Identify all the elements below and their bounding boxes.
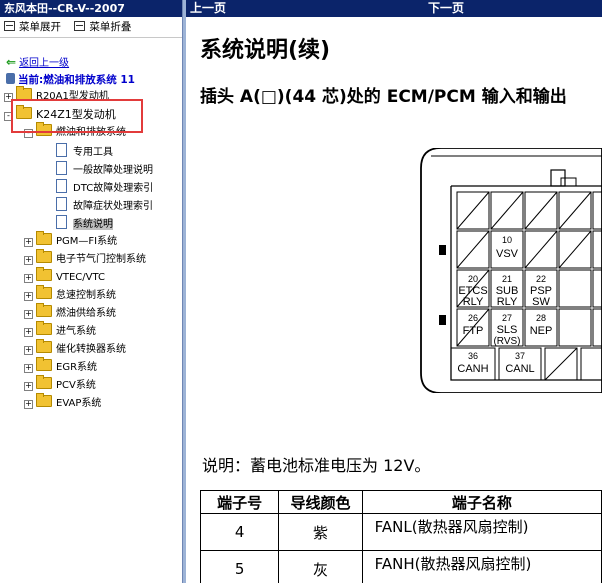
folder-icon	[36, 393, 52, 407]
prev-page-button[interactable]: 上一页	[190, 0, 226, 17]
app-title: 东风本田--CR-V--2007	[0, 0, 182, 17]
connector-tab	[439, 245, 446, 255]
folder-icon	[36, 339, 52, 353]
tree-node-pcv[interactable]: + PCV系统	[24, 375, 96, 393]
back-arrow-icon: ⇐	[6, 55, 17, 69]
connector-tab	[439, 315, 446, 325]
wire-color: 灰	[278, 550, 363, 583]
pin-number: 36	[468, 351, 478, 361]
pin-number: 27	[502, 313, 512, 323]
voltage-note: 说明：蓄电池标准电压为 12V。	[202, 456, 431, 475]
pin-number: 21	[502, 274, 512, 284]
table-header-row: 端子号 导线颜色 端子名称	[199, 490, 602, 514]
folder-icon	[36, 249, 52, 263]
expand-icon[interactable]: +	[24, 310, 33, 319]
menu-icon	[4, 21, 15, 31]
collapse-menu-button[interactable]: 菜单折叠	[74, 17, 131, 37]
expand-icon[interactable]: +	[24, 364, 33, 373]
document-icon	[56, 161, 67, 175]
tree-node-dtc-index[interactable]: DTC故障处理索引	[56, 179, 153, 195]
folder-icon	[36, 375, 52, 389]
navigation-panel: 东风本田--CR-V--2007 菜单展开 菜单折叠 ⇐ 返回上一级 当前:燃油和…	[0, 0, 182, 583]
tree-node-idle[interactable]: + 怠速控制系统	[24, 285, 116, 303]
folder-icon	[36, 303, 52, 317]
back-link[interactable]: ⇐ 返回上一级	[6, 54, 69, 69]
tree-node-egr[interactable]: + EGR系统	[24, 357, 97, 375]
next-page-button[interactable]: 下一页	[428, 0, 464, 17]
tree-node-general-troubleshooting[interactable]: 一般故障处理说明	[56, 161, 153, 177]
folder-icon	[36, 357, 52, 371]
wire-color: 紫	[278, 513, 363, 551]
info-icon	[6, 73, 15, 84]
expand-icon[interactable]: +	[24, 400, 33, 409]
terminal-table: 端子号 导线颜色 端子名称 4 紫 FANL(散热器风扇控制) 5 灰 FANH…	[199, 490, 602, 583]
table-row: 5 灰 FANH(散热器风扇控制)	[199, 550, 602, 583]
pin-label: CANL	[505, 363, 534, 375]
document-icon	[56, 197, 67, 211]
document-icon	[56, 179, 67, 193]
pin-label: (RVS)	[493, 336, 520, 347]
folder-icon	[36, 321, 52, 335]
section-heading: 插头 A(□)(44 芯)处的 ECM/PCM 输入和输出	[200, 87, 567, 107]
current-location: 当前:燃油和排放系统 11	[6, 72, 135, 87]
document-icon	[56, 143, 67, 157]
terminal-name: FANH(散热器风扇控制)	[361, 550, 602, 583]
expand-icon[interactable]: +	[24, 382, 33, 391]
terminal-number: 4	[199, 513, 280, 551]
column-header: 导线颜色	[278, 490, 363, 514]
pin-label: SLS	[497, 324, 518, 336]
pin-label: FTP	[463, 325, 484, 337]
folder-icon	[36, 285, 52, 299]
pin-label: CANH	[457, 363, 488, 375]
pin-label: RLY	[497, 296, 518, 308]
pin-label: SW	[532, 296, 550, 308]
pin-number: 10	[502, 235, 512, 245]
pin-label: RLY	[463, 296, 484, 308]
terminal-name: FANL(散热器风扇控制)	[361, 513, 602, 551]
expand-icon[interactable]: +	[24, 346, 33, 355]
document-icon	[56, 215, 67, 229]
folder-icon	[36, 231, 52, 245]
expand-icon[interactable]: +	[24, 274, 33, 283]
expand-icon[interactable]: +	[24, 292, 33, 301]
empty-pin-row	[456, 191, 602, 230]
expand-icon[interactable]: +	[24, 328, 33, 337]
terminal-number: 5	[199, 550, 280, 583]
tree-node-catalytic[interactable]: + 催化转换器系统	[24, 339, 126, 357]
pin-number: 20	[468, 274, 478, 284]
pin-number: 22	[536, 274, 546, 284]
menu-bar: 菜单展开 菜单折叠	[0, 17, 182, 38]
pin-number: 37	[515, 351, 525, 361]
tree-node-intake[interactable]: + 进气系统	[24, 321, 96, 339]
pin-number: 28	[536, 313, 546, 323]
tree-node-evap[interactable]: + EVAP系统	[24, 393, 101, 411]
pin-number: 26	[468, 313, 478, 323]
page-title: 系统说明(续)	[200, 38, 331, 63]
tree-node-throttle[interactable]: + 电子节气门控制系统	[24, 249, 146, 267]
tree-node-special-tools[interactable]: 专用工具	[56, 143, 113, 159]
tree-node-system-description[interactable]: 系统说明	[56, 215, 113, 231]
highlight-annotation	[11, 99, 143, 133]
pin-label: NEP	[530, 325, 553, 337]
tree-node-fuel-supply[interactable]: + 燃油供给系统	[24, 303, 116, 321]
expand-menu-button[interactable]: 菜单展开	[4, 17, 61, 37]
tree-node-symptom-index[interactable]: 故障症状处理索引	[56, 197, 153, 213]
page-nav-bar: 上一页 下一页	[186, 0, 602, 17]
menu-icon	[74, 21, 86, 31]
expand-icon[interactable]: +	[24, 256, 33, 265]
tree-node-pgm-fi[interactable]: + PGM—FI系统	[24, 231, 117, 249]
column-header: 端子名称	[361, 490, 602, 514]
column-header: 端子号	[199, 490, 280, 514]
pin-label: VSV	[496, 248, 519, 260]
folder-icon	[36, 267, 52, 281]
table-row: 4 紫 FANL(散热器风扇控制)	[199, 513, 602, 551]
connector-diagram: 10 VSV 20 ETCS RLY 21 SUB RLY 22 PSP SW …	[420, 148, 602, 393]
expand-icon[interactable]: +	[24, 238, 33, 247]
content-panel: 上一页 下一页 系统说明(续) 插头 A(□)(44 芯)处的 ECM/PCM …	[186, 0, 602, 583]
tree-node-vtec[interactable]: + VTEC/VTC	[24, 267, 105, 285]
